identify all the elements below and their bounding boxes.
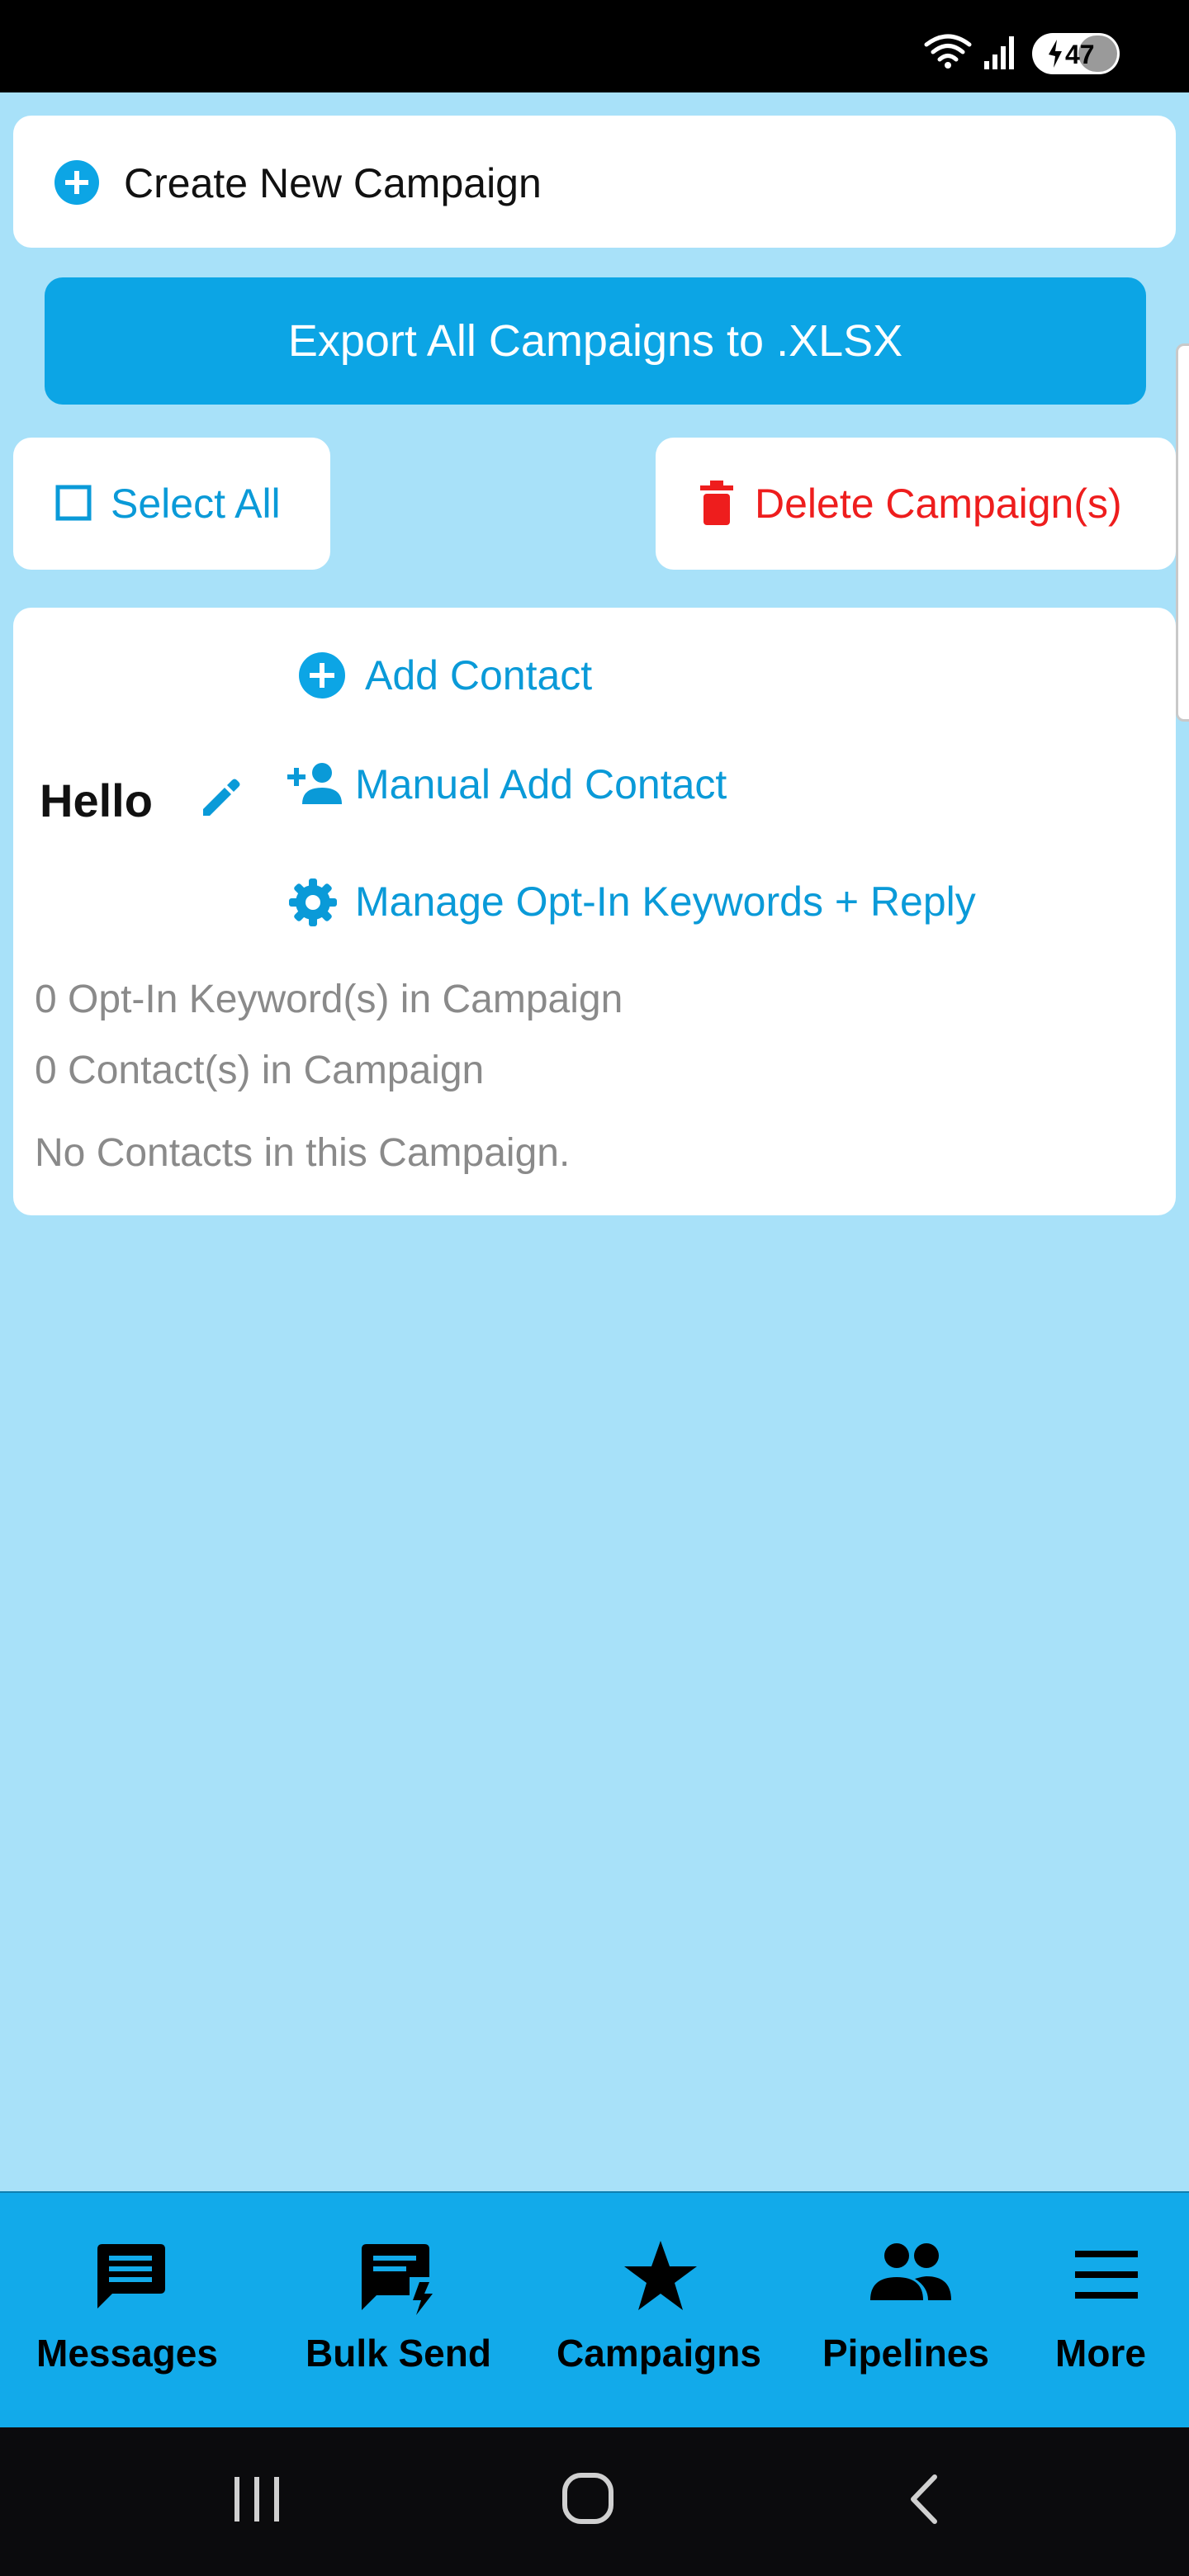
home-icon[interactable] <box>561 2472 614 2525</box>
pencil-icon[interactable] <box>198 774 244 821</box>
people-icon <box>870 2243 951 2300</box>
export-campaigns-button[interactable]: Export All Campaigns to .XLSX <box>45 277 1146 405</box>
gear-icon <box>289 878 337 926</box>
contacts-count: 0 Contact(s) in Campaign <box>35 1049 485 1092</box>
status-temperature: 76° <box>175 35 223 69</box>
delete-campaigns-label[interactable]: Delete Campaign(s) <box>755 481 1122 527</box>
nav-messages-label: Messages <box>36 2332 218 2375</box>
checkbox-icon[interactable] <box>54 484 92 522</box>
signal-icon <box>984 36 1014 69</box>
nav-campaigns[interactable]: Campaigns <box>530 2191 791 2427</box>
star-icon <box>624 2241 697 2310</box>
trash-icon <box>700 481 733 525</box>
nav-pipelines-label: Pipelines <box>822 2332 989 2375</box>
plus-circle-icon <box>54 160 99 205</box>
message-icon <box>97 2244 165 2308</box>
bulk-send-icon <box>362 2244 433 2315</box>
add-contact-link[interactable]: Add Contact <box>365 652 592 698</box>
status-time: 9:12 <box>69 26 153 72</box>
menu-icon <box>1075 2251 1138 2299</box>
campaign-name: Hello <box>40 774 153 826</box>
scroll-indicator[interactable] <box>1176 343 1189 722</box>
manage-keywords-link[interactable]: Manage Opt-In Keywords + Reply <box>355 878 976 925</box>
nav-campaigns-label: Campaigns <box>557 2332 761 2375</box>
select-all-label[interactable]: Select All <box>111 481 281 527</box>
empty-contacts-message: No Contacts in this Campaign. <box>35 1131 571 1175</box>
create-campaign-label[interactable]: Create New Campaign <box>124 160 542 206</box>
person-add-icon <box>287 763 342 804</box>
keywords-count: 0 Opt-In Keyword(s) in Campaign <box>35 978 623 1021</box>
nav-more-label: More <box>1055 2332 1146 2375</box>
battery-level: 47 <box>1065 40 1095 69</box>
battery-icon: 47 <box>1032 33 1120 74</box>
nav-bulk-send[interactable]: Bulk Send <box>261 2191 530 2427</box>
recent-apps-icon[interactable] <box>231 2475 282 2523</box>
nav-pipelines[interactable]: Pipelines <box>791 2191 1027 2427</box>
wifi-icon <box>924 34 972 69</box>
back-icon[interactable] <box>907 2474 940 2525</box>
nav-more[interactable]: More <box>1027 2191 1189 2427</box>
manual-add-contact-link[interactable]: Manual Add Contact <box>355 761 727 807</box>
nav-bulk-send-label: Bulk Send <box>306 2332 491 2375</box>
nav-messages[interactable]: Messages <box>0 2191 261 2427</box>
plus-circle-icon <box>299 652 345 698</box>
